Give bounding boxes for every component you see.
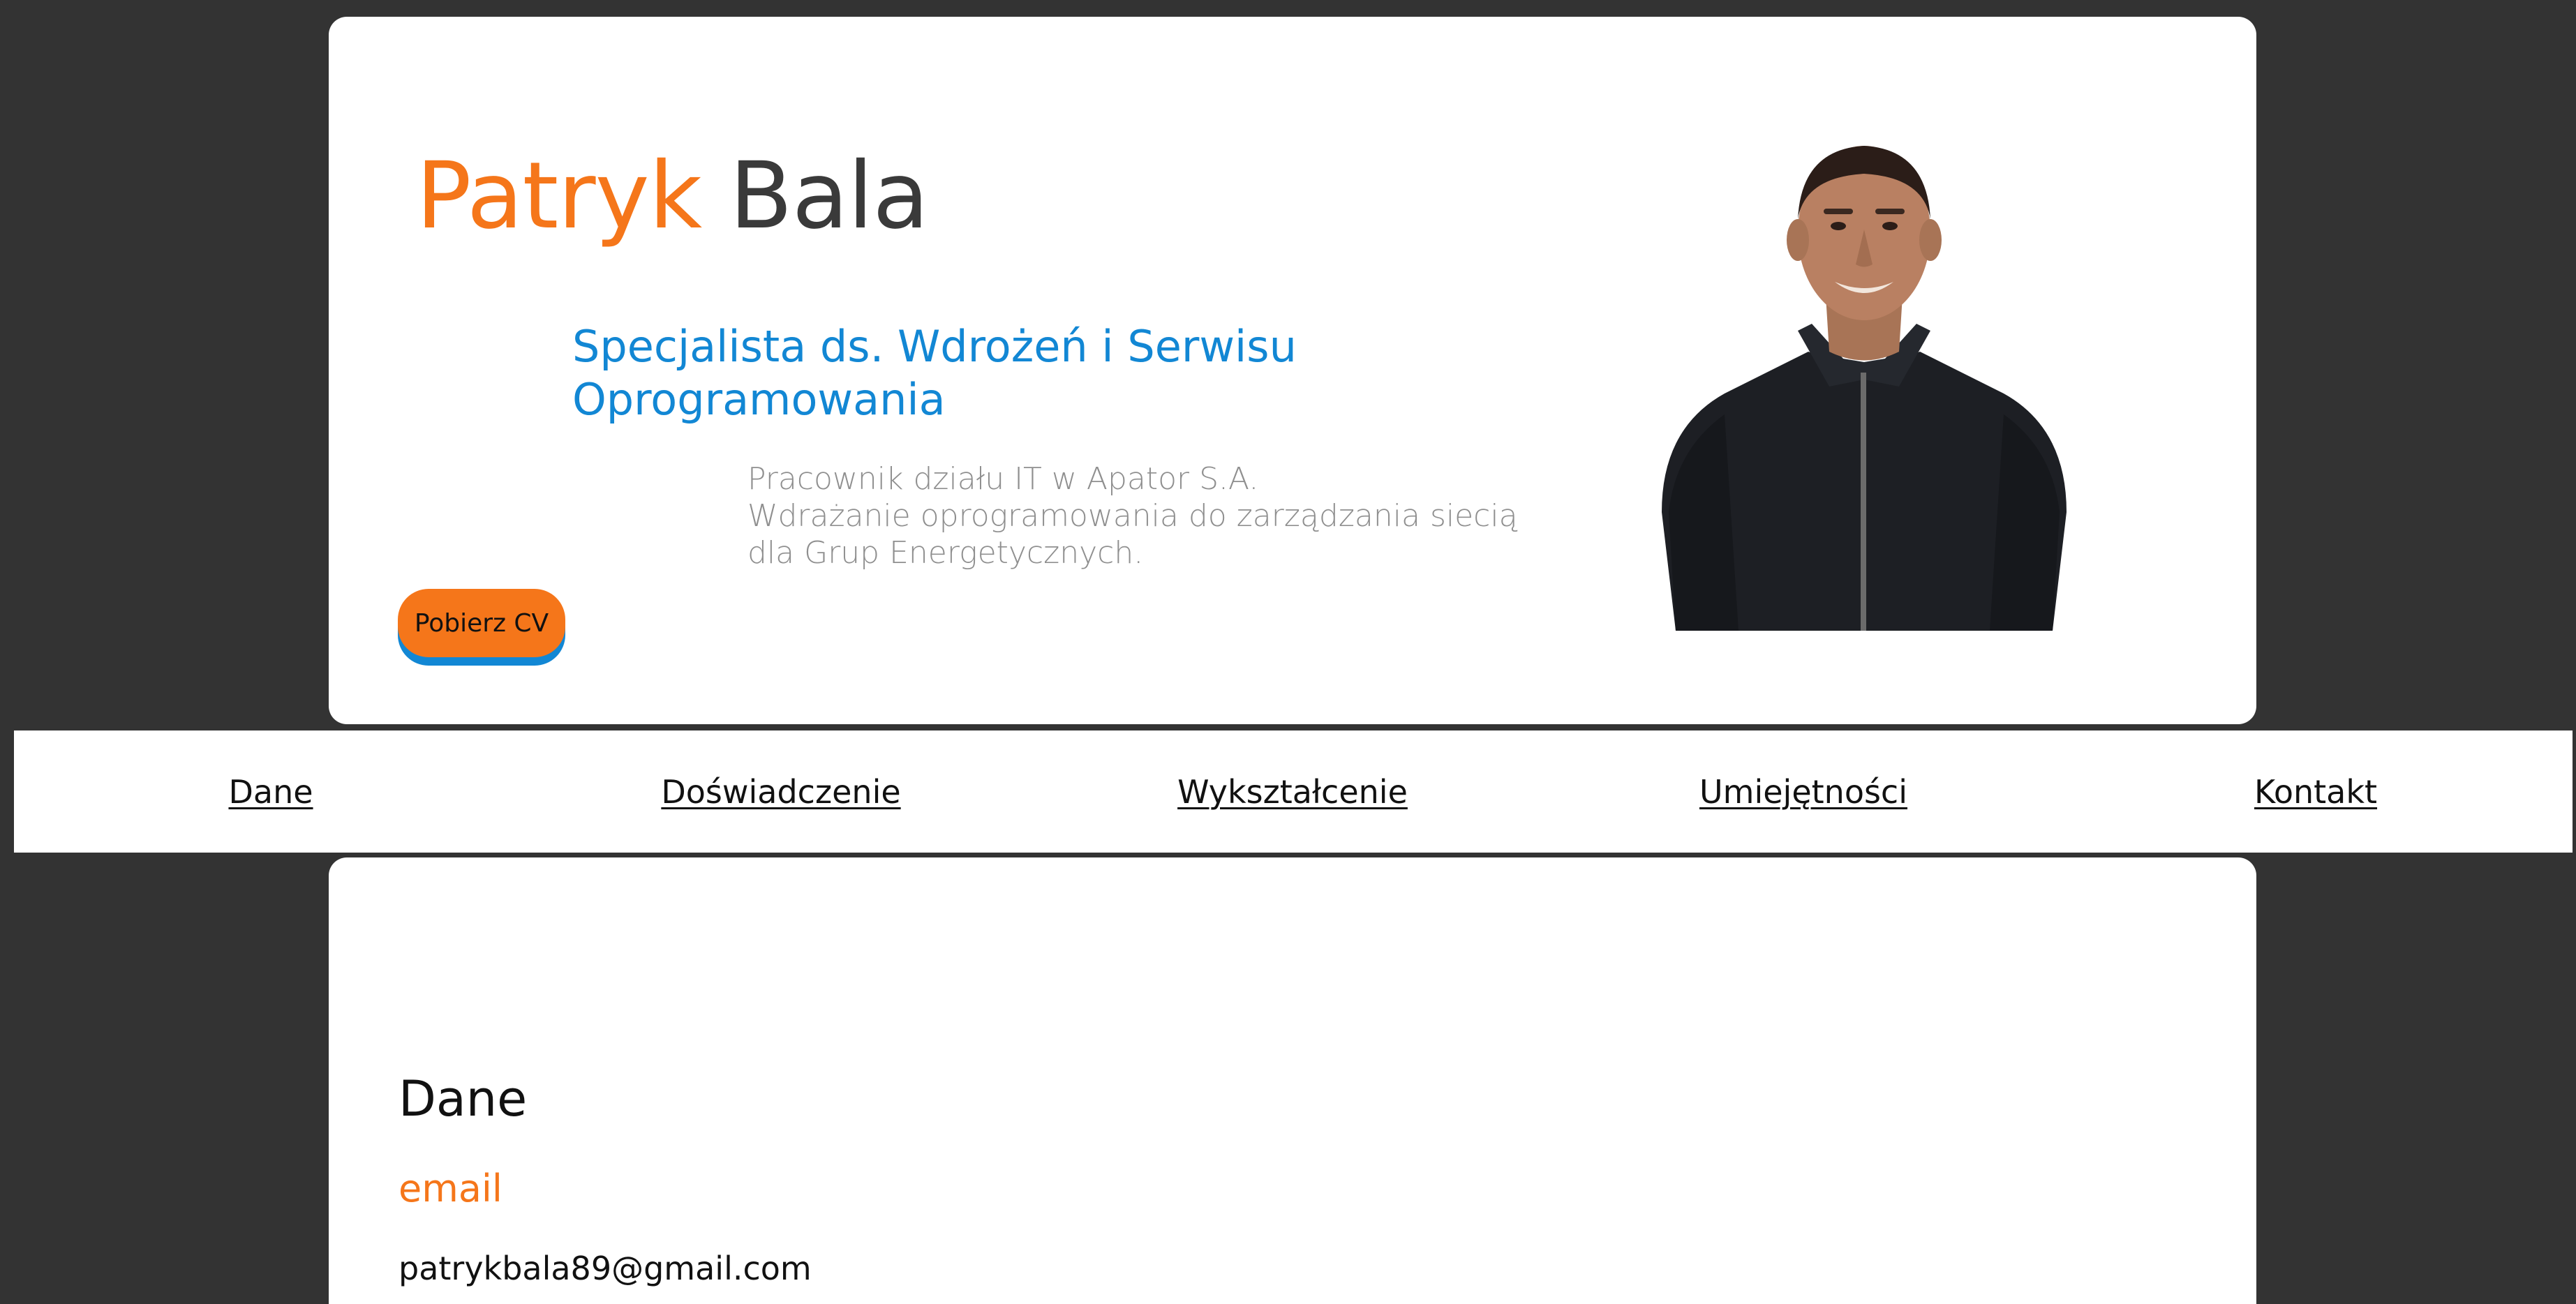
description-line: Wdrażanie oprogramowania do zarządzania … — [747, 498, 1518, 534]
job-description: Pracownik działu IT w Apator S.A. Wdraża… — [747, 460, 1518, 571]
job-title-line: Oprogramowania — [572, 374, 946, 425]
right-eyebrow — [1875, 209, 1905, 214]
nav-item-dane[interactable]: Dane — [228, 773, 313, 811]
nav-item-doswiadczenie[interactable]: Doświadczenie — [661, 773, 900, 811]
left-ear-shape — [1787, 219, 1809, 261]
job-title-line: Specjalista ds. Wdrożeń i Serwisu — [572, 321, 1297, 372]
nav-item-kontakt[interactable]: Kontakt — [2254, 773, 2377, 811]
zipper-line — [1861, 373, 1866, 631]
nav-item-umiejetnosci[interactable]: Umiejętności — [1699, 773, 1907, 811]
first-name: Patryk — [416, 142, 702, 250]
left-eye — [1831, 222, 1846, 230]
nav-item-wyksztalcenie[interactable]: Wykształcenie — [1177, 773, 1408, 811]
job-title: Specjalista ds. Wdrożeń i Serwisu Oprogr… — [572, 320, 1410, 426]
left-eyebrow — [1824, 209, 1853, 214]
download-cv-button[interactable]: Pobierz CV — [398, 589, 565, 657]
description-line: Pracownik działu IT w Apator S.A. — [747, 461, 1259, 497]
section-title: Dane — [399, 1070, 528, 1127]
email-link[interactable]: patrykbala89@gmail.com — [399, 1250, 812, 1288]
main-navigation: Dane Doświadczenie Wykształcenie Umiejęt… — [14, 730, 2573, 853]
description-line: dla Grup Energetycznych. — [747, 535, 1144, 571]
right-ear-shape — [1919, 219, 1942, 261]
hero-card: Patryk Bala Specjalista ds. Wdrożeń i Ser… — [329, 17, 2256, 724]
full-name: Patryk Bala — [416, 141, 929, 251]
email-label: email — [399, 1167, 502, 1211]
content-card: Dane email patrykbala89@gmail.com — [329, 857, 2256, 1304]
profile-photo — [1648, 121, 2080, 631]
last-name: Bala — [729, 142, 929, 250]
right-eye — [1882, 222, 1898, 230]
